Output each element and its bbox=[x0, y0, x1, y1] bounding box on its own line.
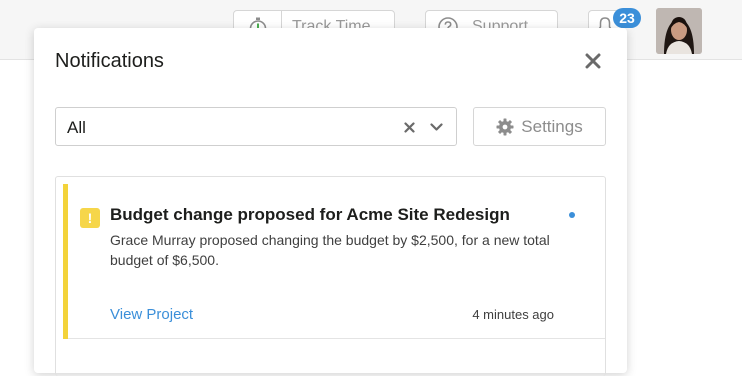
settings-button[interactable]: Settings bbox=[473, 107, 606, 146]
notification-item[interactable]: ! Budget change proposed for Acme Site R… bbox=[63, 184, 605, 339]
notification-filter-select[interactable]: All bbox=[55, 107, 457, 146]
panel-title: Notifications bbox=[55, 50, 164, 72]
notification-list: ! Budget change proposed for Acme Site R… bbox=[55, 176, 606, 376]
notification-title: Budget change proposed for Acme Site Red… bbox=[110, 205, 510, 224]
unread-indicator[interactable] bbox=[569, 212, 575, 218]
notification-body: Grace Murray proposed changing the budge… bbox=[110, 232, 550, 268]
gear-icon bbox=[496, 118, 514, 136]
user-avatar[interactable] bbox=[656, 8, 702, 54]
clear-filter-icon[interactable] bbox=[402, 120, 416, 134]
close-button[interactable] bbox=[582, 52, 604, 74]
close-icon bbox=[585, 53, 601, 74]
view-project-link[interactable]: View Project bbox=[110, 306, 193, 323]
notifications-panel: Notifications All Settings ! Budget chan… bbox=[34, 28, 627, 376]
warning-icon: ! bbox=[80, 208, 100, 228]
notification-accent-bar bbox=[63, 184, 68, 339]
filter-selected-value: All bbox=[67, 118, 86, 137]
settings-label: Settings bbox=[521, 116, 583, 136]
notification-timestamp: 4 minutes ago bbox=[472, 307, 554, 322]
notification-count-badge: 23 bbox=[613, 8, 641, 28]
chevron-down-icon[interactable] bbox=[428, 120, 444, 134]
